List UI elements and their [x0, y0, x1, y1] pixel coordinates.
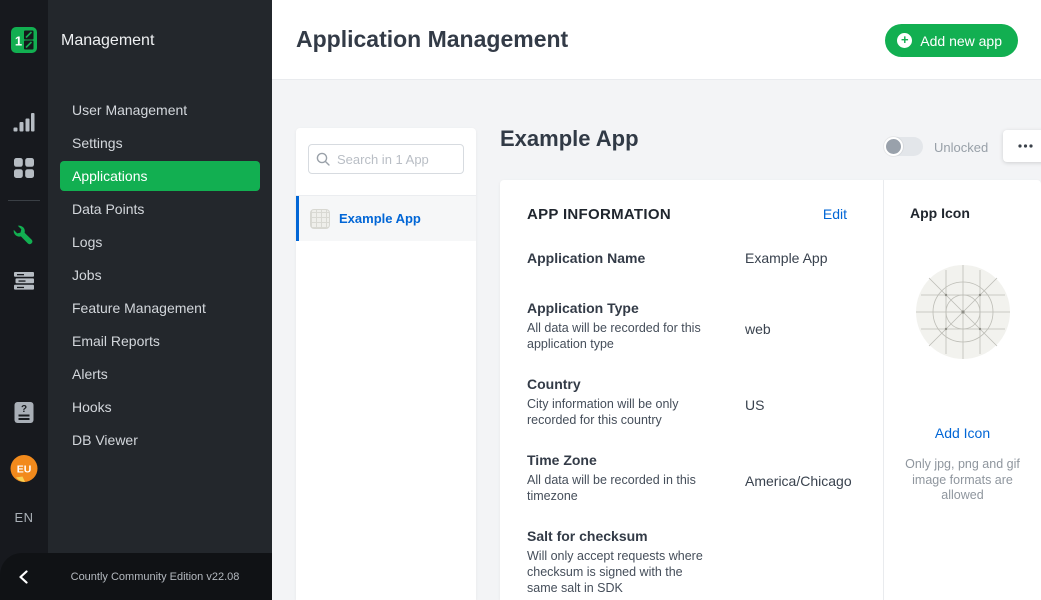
- field-value: web: [745, 299, 771, 352]
- sidebar-item-jobs[interactable]: Jobs: [60, 260, 260, 290]
- sidebar-item-feature-management[interactable]: Feature Management: [60, 293, 260, 323]
- rail-divider: [8, 200, 40, 201]
- app-search-wrap: [296, 128, 476, 196]
- management-sidebar: Management User Management Settings Appl…: [48, 0, 272, 600]
- edit-link[interactable]: Edit: [823, 206, 847, 222]
- lock-state-label: Unlocked: [934, 140, 988, 155]
- field-description: All data will be recorded in this timezo…: [527, 472, 709, 504]
- countly-logo-icon[interactable]: 1: [11, 27, 37, 58]
- app-icon-placeholder: [915, 264, 1011, 365]
- lock-toggle-knob: [884, 137, 903, 156]
- field-salt-for-checksum: Salt for checksum Will only accept reque…: [527, 527, 847, 596]
- sidebar-item-data-points[interactable]: Data Points: [60, 194, 260, 224]
- field-description: City information will be only recorded f…: [527, 396, 709, 428]
- svg-text:?: ?: [21, 404, 27, 415]
- help-icon[interactable]: ?: [15, 402, 34, 428]
- app-list-item-label: Example App: [339, 211, 421, 226]
- app-icon-title: App Icon: [910, 205, 970, 221]
- avatar-initials: EU: [17, 464, 32, 476]
- field-value: US: [745, 375, 764, 428]
- app-detail-title: Example App: [500, 126, 639, 152]
- apps-grid-icon[interactable]: [14, 158, 34, 183]
- app-list-panel: Example App: [296, 128, 476, 600]
- field-label: Country: [527, 375, 745, 394]
- field-value: Example App: [745, 249, 828, 268]
- sidebar-item-db-viewer[interactable]: DB Viewer: [60, 425, 260, 455]
- add-icon-link[interactable]: Add Icon: [935, 425, 990, 441]
- app-search-input[interactable]: [308, 144, 464, 174]
- analytics-bar-chart-icon[interactable]: [14, 113, 35, 137]
- app-information-section: APP INFORMATION Edit Application Name Ex…: [500, 180, 884, 600]
- field-value: America/Chicago: [745, 451, 852, 504]
- sidebar-footer: Countly Community Edition v22.08: [0, 553, 272, 600]
- app-detail-header: Example App Unlocked: [500, 120, 1041, 180]
- field-label: Salt for checksum: [527, 527, 745, 546]
- sidebar-item-email-reports[interactable]: Email Reports: [60, 326, 260, 356]
- field-time-zone: Time Zone All data will be recorded in t…: [527, 451, 847, 504]
- app-icon-panel: App Icon Add Icon Only jpg, png and gif …: [884, 180, 1041, 600]
- ellipsis-icon: [1018, 144, 1033, 148]
- sidebar-item-hooks[interactable]: Hooks: [60, 392, 260, 422]
- database-server-icon[interactable]: [14, 272, 34, 295]
- language-selector[interactable]: EN: [14, 510, 33, 525]
- search-icon: [316, 152, 330, 166]
- field-application-type: Application Type All data will be record…: [527, 299, 847, 352]
- sidebar-nav: User Management Settings Applications Da…: [48, 92, 272, 458]
- sidebar-item-applications[interactable]: Applications: [60, 161, 260, 191]
- page-header: Application Management + Add new app: [272, 0, 1041, 80]
- sidebar-item-user-management[interactable]: User Management: [60, 95, 260, 125]
- field-label: Application Name: [527, 249, 745, 268]
- lock-toggle[interactable]: [884, 137, 923, 156]
- field-label: Application Type: [527, 299, 745, 318]
- icon-rail: 1: [0, 0, 48, 600]
- chevron-left-icon: [17, 570, 31, 584]
- user-avatar[interactable]: EU: [11, 455, 38, 487]
- section-title: APP INFORMATION: [527, 206, 671, 223]
- icon-format-note: Only jpg, png and gif image formats are …: [898, 457, 1028, 504]
- version-label: Countly Community Edition v22.08: [48, 571, 272, 583]
- sidebar-item-logs[interactable]: Logs: [60, 227, 260, 257]
- sidebar-title: Management: [61, 32, 272, 50]
- app-thumbnail-icon: [310, 209, 330, 229]
- add-new-app-button[interactable]: + Add new app: [885, 24, 1018, 57]
- plus-circle-icon: +: [897, 33, 912, 48]
- svg-text:1: 1: [15, 34, 22, 49]
- page-title: Application Management: [296, 26, 568, 53]
- field-country: Country City information will be only re…: [527, 375, 847, 428]
- app-list-item-example-app[interactable]: Example App: [296, 196, 476, 241]
- field-application-name: Application Name Example App: [527, 249, 847, 268]
- management-wrench-icon[interactable]: [13, 225, 35, 252]
- field-description: All data will be recorded for this appli…: [527, 320, 709, 352]
- sidebar-item-alerts[interactable]: Alerts: [60, 359, 260, 389]
- collapse-sidebar-button[interactable]: [0, 570, 48, 584]
- app-information-card: APP INFORMATION Edit Application Name Ex…: [500, 180, 1041, 600]
- more-options-button[interactable]: [1003, 130, 1041, 162]
- field-description: Will only accept requests where checksum…: [527, 548, 709, 596]
- sidebar-item-settings[interactable]: Settings: [60, 128, 260, 158]
- field-label: Time Zone: [527, 451, 745, 470]
